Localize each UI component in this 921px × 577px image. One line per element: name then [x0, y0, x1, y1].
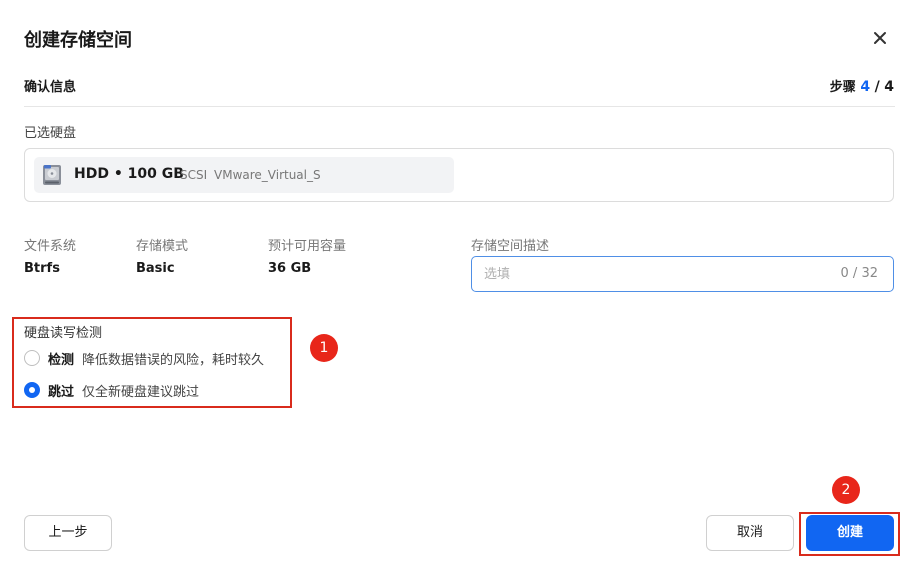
step-current: 4 — [860, 79, 871, 95]
disk-check-title: 硬盘读写检测 — [24, 326, 103, 341]
header-divider — [24, 106, 895, 107]
storage-mode-value: Basic — [136, 261, 175, 276]
section-title: 确认信息 — [24, 80, 77, 95]
step-indicator: 步骤 4 / 4 — [830, 76, 894, 95]
create-storage-dialog: 创建存储空间 确认信息 步骤 4 / 4 已选硬盘 HDD • 100 GB S — [0, 0, 921, 577]
disk-model: VMware_Virtual_S — [214, 168, 321, 182]
description-input[interactable] — [484, 257, 784, 291]
radio-check-circle[interactable] — [24, 350, 40, 366]
annotation-badge-1: 1 — [310, 334, 338, 362]
radio-skip-desc: 仅全新硬盘建议跳过 — [82, 384, 200, 400]
previous-step-button[interactable]: 上一步 — [24, 515, 112, 551]
create-button[interactable]: 创建 — [806, 515, 894, 551]
disk-type-size: HDD • 100 GB — [74, 166, 184, 182]
radio-check-name: 检测 — [48, 352, 75, 368]
radio-check-desc: 降低数据错误的风险，耗时较久 — [82, 352, 265, 368]
hard-disk-icon — [42, 164, 62, 186]
annotation-badge-2: 2 — [832, 476, 860, 504]
dialog-title: 创建存储空间 — [24, 30, 132, 51]
step-total: 4 — [884, 79, 894, 95]
filesystem-value: Btrfs — [24, 261, 60, 276]
radio-option-check[interactable]: 检测 降低数据错误的风险，耗时较久 — [24, 348, 264, 368]
step-prefix: 步骤 — [829, 80, 856, 95]
radio-skip-circle[interactable] — [24, 382, 40, 398]
cancel-button[interactable]: 取消 — [706, 515, 794, 551]
disk-chip: HDD • 100 GB SCSI VMware_Virtual_S — [34, 157, 454, 193]
description-field[interactable]: 0 / 32 — [471, 256, 894, 292]
radio-option-skip[interactable]: 跳过 仅全新硬盘建议跳过 — [24, 380, 199, 400]
close-icon[interactable] — [868, 26, 892, 50]
storage-mode-label: 存储模式 — [136, 239, 189, 254]
capacity-label: 预计可用容量 — [268, 239, 347, 254]
description-label: 存储空间描述 — [471, 239, 550, 254]
selected-disk-label: 已选硬盘 — [24, 126, 77, 141]
description-counter: 0 / 32 — [840, 266, 878, 281]
filesystem-label: 文件系统 — [24, 239, 77, 254]
radio-skip-name: 跳过 — [48, 384, 75, 400]
capacity-value: 36 GB — [268, 261, 312, 276]
step-separator: / — [874, 79, 880, 95]
disk-bus: SCSI — [180, 168, 208, 182]
selected-disk-box: HDD • 100 GB SCSI VMware_Virtual_S — [24, 148, 894, 202]
